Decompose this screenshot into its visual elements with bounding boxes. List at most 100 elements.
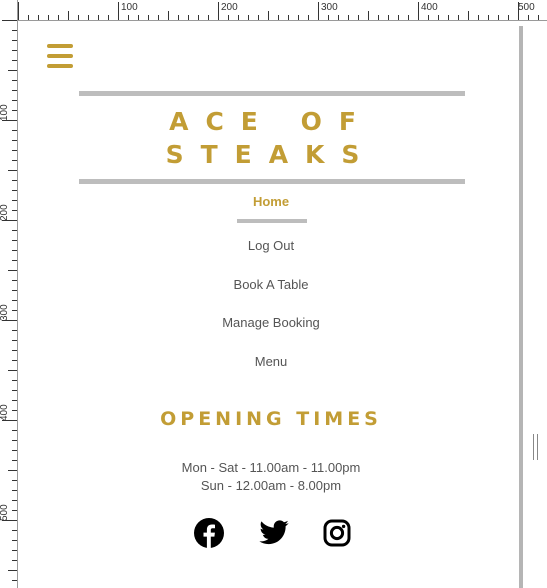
ruler-tick — [328, 15, 329, 20]
ruler-tick — [218, 2, 219, 20]
scrollbar-track[interactable] — [519, 26, 523, 588]
ruler-tick — [78, 15, 79, 20]
ruler-tick — [418, 2, 419, 20]
ruler-tick — [2, 420, 17, 421]
ruler-tick — [12, 150, 17, 151]
ruler-tick — [128, 15, 129, 20]
ruler-tick — [12, 540, 17, 541]
ruler-tick — [12, 140, 17, 141]
ruler-tick — [2, 320, 17, 321]
ruler-corner — [0, 0, 17, 20]
ruler-tick — [12, 250, 17, 251]
ruler-tick — [12, 330, 17, 331]
ruler-tick — [12, 500, 17, 501]
ruler-tick — [398, 15, 399, 20]
ruler-tick — [12, 390, 17, 391]
ruler-tick — [12, 260, 17, 261]
ruler-tick — [298, 15, 299, 20]
ruler-tick — [12, 400, 17, 401]
ruler-tick — [388, 15, 389, 20]
ruler-label: 200 — [0, 204, 10, 221]
ruler-tick — [108, 15, 109, 20]
ruler-tick — [168, 11, 169, 20]
ruler-tick — [12, 160, 17, 161]
nav-logout[interactable]: Log Out — [78, 239, 464, 253]
resize-grip-icon[interactable] — [533, 434, 540, 460]
ruler-tick — [38, 15, 39, 20]
ruler-tick — [12, 430, 17, 431]
active-nav-underline — [237, 219, 307, 223]
ruler-tick — [12, 580, 17, 581]
ruler-tick — [528, 15, 529, 20]
ruler-tick — [12, 560, 17, 561]
ruler-tick — [12, 100, 17, 101]
ruler-tick — [12, 510, 17, 511]
ruler-tick — [178, 15, 179, 20]
nav-manage-booking[interactable]: Manage Booking — [78, 316, 464, 330]
instagram-icon[interactable] — [321, 517, 353, 549]
hamburger-icon[interactable] — [47, 44, 73, 68]
ruler-tick — [118, 2, 119, 20]
ruler-tick — [12, 440, 17, 441]
ruler-label: 200 — [221, 2, 238, 13]
ruler-tick — [188, 15, 189, 20]
ruler-tick — [428, 15, 429, 20]
ruler-tick — [12, 450, 17, 451]
nav-home[interactable]: Home — [78, 195, 464, 209]
ruler-tick — [208, 15, 209, 20]
ruler-tick — [12, 130, 17, 131]
ruler-tick — [538, 15, 539, 20]
ruler-tick — [98, 15, 99, 20]
ruler-tick — [12, 190, 17, 191]
ruler-tick — [12, 180, 17, 181]
ruler-tick — [12, 210, 17, 211]
ruler-label: 300 — [321, 2, 338, 13]
ruler-tick — [12, 290, 17, 291]
ruler-tick — [268, 11, 269, 20]
ruler-tick — [12, 90, 17, 91]
nav-book-table[interactable]: Book A Table — [78, 278, 464, 292]
ruler-tick — [12, 200, 17, 201]
ruler-tick — [12, 40, 17, 41]
brand-line-1: ACE OF — [169, 107, 373, 136]
ruler-tick — [12, 80, 17, 81]
ruler-tick — [248, 15, 249, 20]
ruler-tick — [258, 15, 259, 20]
ruler-tick — [88, 15, 89, 20]
ruler-tick — [68, 11, 69, 20]
ruler-tick — [278, 15, 279, 20]
hours-sunday: Sun - 12.00am - 8.00pm — [200, 478, 342, 493]
ruler-label: 400 — [421, 2, 438, 13]
ruler-tick — [28, 15, 29, 20]
ruler-tick — [448, 15, 449, 20]
ruler-tick — [12, 60, 17, 61]
ruler-tick — [518, 2, 519, 20]
ruler-tick — [12, 340, 17, 341]
ruler-tick — [12, 310, 17, 311]
ruler-tick — [12, 480, 17, 481]
twitter-icon[interactable] — [258, 517, 290, 549]
ruler-tick — [498, 15, 499, 20]
ruler-tick — [12, 280, 17, 281]
facebook-icon[interactable] — [193, 517, 225, 549]
ruler-tick — [288, 15, 289, 20]
ruler-tick — [12, 300, 17, 301]
ruler-tick — [12, 240, 17, 241]
ruler-tick — [468, 11, 469, 20]
page-content: ACE OF STEAKS Home Log Out Book A Table … — [18, 21, 518, 588]
ruler-tick — [12, 380, 17, 381]
ruler-tick — [12, 350, 17, 351]
opening-times-heading: OPENING TIMES — [160, 408, 382, 430]
ruler-tick — [158, 15, 159, 20]
hours-weekday: Mon - Sat - 11.00am - 11.00pm — [181, 460, 361, 475]
ruler-label: 400 — [0, 404, 10, 421]
ruler-label: 300 — [0, 304, 10, 321]
ruler-tick — [12, 360, 17, 361]
ruler-tick — [12, 490, 17, 491]
ruler-tick — [438, 15, 439, 20]
ruler-tick — [12, 50, 17, 51]
nav-menu[interactable]: Menu — [78, 355, 464, 369]
ruler-tick — [18, 2, 19, 20]
ruler-tick — [238, 15, 239, 20]
ruler-tick — [458, 15, 459, 20]
